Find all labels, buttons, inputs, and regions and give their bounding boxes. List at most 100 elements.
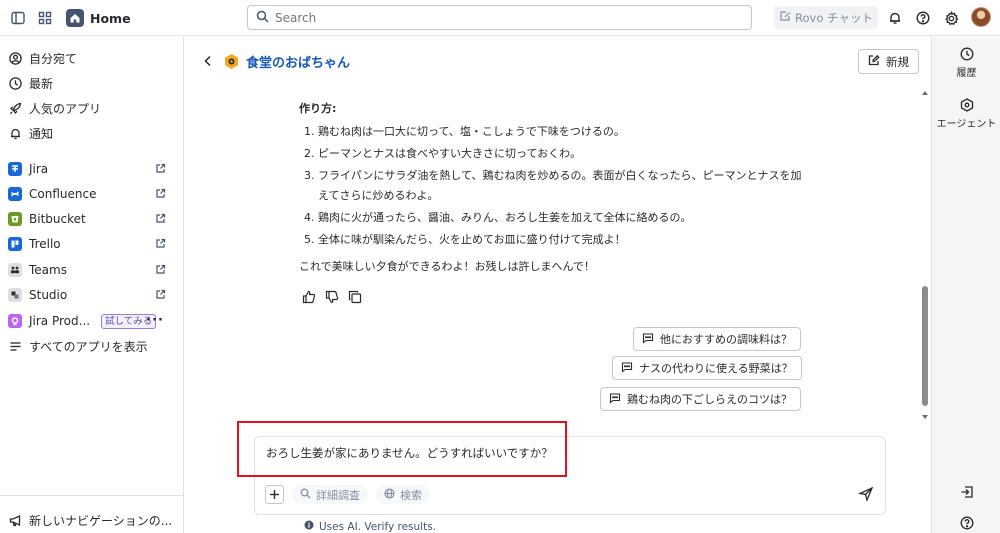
sidebar-item-jira[interactable]: Jira (8, 159, 176, 179)
recipe-steps-list: 鶏むね肉は一口大に切って、塩・こしょうで下味をつけるの。 ピーマンとナスは食べや… (299, 122, 819, 250)
sidebar-item-recent[interactable]: 最新 (8, 73, 176, 93)
thumbs-down-icon[interactable] (324, 289, 339, 304)
user-avatar[interactable] (971, 7, 991, 27)
bell-icon (8, 126, 22, 140)
sidebar-item-label: Jira (29, 162, 49, 176)
deep-research-toggle[interactable]: 詳細調査 (292, 485, 368, 504)
notifications-bell-icon[interactable] (886, 9, 904, 27)
list-item: 鶏肉に火が通ったら、醤油、みりん、おろし生姜を加えて全体に絡めるの。 (318, 208, 819, 228)
composer-toolbar: 詳細調査 検索 (265, 485, 430, 504)
assistant-message: 作り方: 鶏むね肉は一口大に切って、塩・こしょうで下味をつけるの。 ピーマンとナ… (299, 99, 819, 277)
recipe-heading: 作り方: (299, 102, 337, 115)
sidebar-item-label: 最新 (29, 76, 54, 91)
chat-composer[interactable]: おろし生姜が家にありません。どうすればいいですか？ 詳細調査 検索 (254, 436, 886, 515)
bitbucket-logo-icon (8, 212, 22, 226)
thumbs-up-icon[interactable] (301, 289, 316, 304)
chat-scrollbar[interactable] (921, 89, 929, 421)
chat-bubble-icon (642, 332, 654, 347)
copy-icon[interactable] (347, 289, 362, 304)
composer-input-text[interactable]: おろし生姜が家にありません。どうすればいいですか？ (266, 445, 553, 461)
message-actions (301, 289, 362, 304)
new-chat-button[interactable]: 新規 (858, 49, 919, 74)
globe-icon (384, 487, 395, 502)
add-attachment-button[interactable] (265, 485, 284, 504)
agent-name[interactable]: 食堂のおばちゃん (246, 52, 350, 71)
sidebar-item-label: Bitbucket (29, 212, 86, 226)
list-item: ピーマンとナスは食べやすい大きさに切っておくわ。 (318, 144, 819, 164)
sidebar-item-label: Studio (29, 288, 68, 302)
scroll-down-arrow-icon[interactable] (921, 413, 929, 421)
sidebar-item-label: 自分宛て (29, 51, 78, 66)
sidebar-item-teams[interactable]: Teams (8, 260, 176, 280)
jira-logo-icon (8, 162, 22, 176)
sidebar-item-popular-apps[interactable]: 人気のアプリ (8, 98, 176, 118)
rail-expand-button[interactable] (932, 484, 1000, 499)
external-link-icon (155, 163, 166, 174)
list-icon (8, 339, 22, 353)
open-panel-icon (959, 484, 974, 499)
jira-product-discovery-logo-icon (8, 314, 22, 328)
sidebar-footer: 新しいナビゲーションの... (0, 495, 183, 533)
sidebar-item-notifications[interactable]: 通知 (8, 123, 176, 143)
external-link-icon (155, 213, 166, 224)
scroll-up-arrow-icon[interactable] (921, 89, 929, 97)
more-options-icon[interactable]: ··· (146, 313, 164, 328)
sidebar-item-label: Teams (29, 263, 67, 277)
clock-icon (8, 76, 22, 90)
magnifier-icon (300, 488, 311, 502)
home-label: Home (90, 10, 131, 26)
sidebar-item-confluence[interactable]: Confluence (8, 184, 176, 204)
chat-bubble-icon (609, 392, 621, 407)
new-navigation-feedback[interactable]: 新しいナビゲーションの... (8, 510, 176, 530)
sidebar-item-label: Jira Prod... (29, 314, 91, 328)
rovo-chat-label: Rovo チャット (795, 10, 873, 25)
suggestion-label: 他におすすめの調味料は？ (660, 333, 792, 346)
suggestion-chip[interactable]: 他におすすめの調味料は？ (633, 327, 801, 351)
help-icon[interactable] (914, 9, 932, 27)
sidebar-item-studio[interactable]: Studio (8, 285, 176, 305)
search-input[interactable] (275, 10, 715, 25)
suggestion-chip[interactable]: 鶏むね肉の下ごしらえのコツは？ (600, 387, 801, 411)
list-item: フライパンにサラダ油を熱して、鶏むね肉を炒めるの。表面が白くなったら、ピーマンと… (318, 166, 819, 206)
suggestion-label: ナスの代わりに使える野菜は？ (639, 362, 793, 375)
home-button[interactable]: Home (66, 7, 131, 29)
sidebar-toggle-icon[interactable] (9, 9, 27, 27)
rocket-icon (8, 101, 22, 115)
external-link-icon (155, 188, 166, 199)
trello-logo-icon (8, 237, 22, 251)
search-bar[interactable] (247, 5, 752, 30)
chat-main-panel: 食堂のおばちゃん 新規 作り方: 鶏むね肉は一口大に切って、塩・こしょうで下味を… (185, 37, 931, 533)
studio-icon (8, 288, 22, 302)
rail-agents-button[interactable]: エージェント (932, 97, 1000, 130)
sidebar-item-label: 新しいナビゲーションの... (29, 513, 173, 528)
external-link-icon (155, 289, 166, 300)
suggestion-label: 鶏むね肉の下ごしらえのコツは？ (627, 393, 792, 406)
ai-disclaimer-text: Uses AI. Verify results. (319, 520, 437, 533)
sidebar-item-label: Confluence (29, 187, 97, 201)
sidebar-item-view-all-apps[interactable]: すべてのアプリを表示 (8, 336, 176, 356)
app-switcher-icon[interactable] (36, 9, 54, 27)
rail-history-button[interactable]: 履歴 (932, 46, 1000, 79)
settings-gear-icon[interactable] (942, 9, 960, 27)
confluence-logo-icon (8, 187, 22, 201)
info-icon (304, 520, 314, 533)
sidebar-item-for-you[interactable]: 自分宛て (8, 48, 176, 68)
external-link-icon (155, 238, 166, 249)
sidebar: 自分宛て 最新 人気のアプリ 通知 Jira Confluence Bitbuc… (0, 37, 184, 533)
suggestion-chip[interactable]: ナスの代わりに使える野菜は？ (612, 356, 802, 380)
list-item: 鶏むね肉は一口大に切って、塩・こしょうで下味をつけるの。 (318, 122, 819, 142)
clock-icon (959, 46, 974, 61)
sidebar-item-jira-product-discovery[interactable]: Jira Prod... 試してみる ··· (8, 311, 176, 331)
sidebar-item-trello[interactable]: Trello (8, 234, 176, 254)
sidebar-item-label: すべてのアプリを表示 (29, 339, 148, 354)
list-item: 全体に味が馴染んだら、火を止めてお皿に盛り付けて完成よ！ (318, 230, 819, 250)
rovo-chat-button[interactable]: Rovo チャット (774, 6, 878, 29)
help-icon (959, 515, 974, 530)
back-chevron-icon[interactable] (202, 54, 214, 68)
rail-help-button[interactable] (932, 515, 1000, 530)
sidebar-item-bitbucket[interactable]: Bitbucket (8, 209, 176, 229)
scrollbar-thumb[interactable] (922, 286, 928, 406)
send-icon[interactable] (857, 486, 875, 503)
web-search-toggle[interactable]: 検索 (376, 485, 430, 504)
sidebar-item-label: Trello (29, 237, 61, 251)
